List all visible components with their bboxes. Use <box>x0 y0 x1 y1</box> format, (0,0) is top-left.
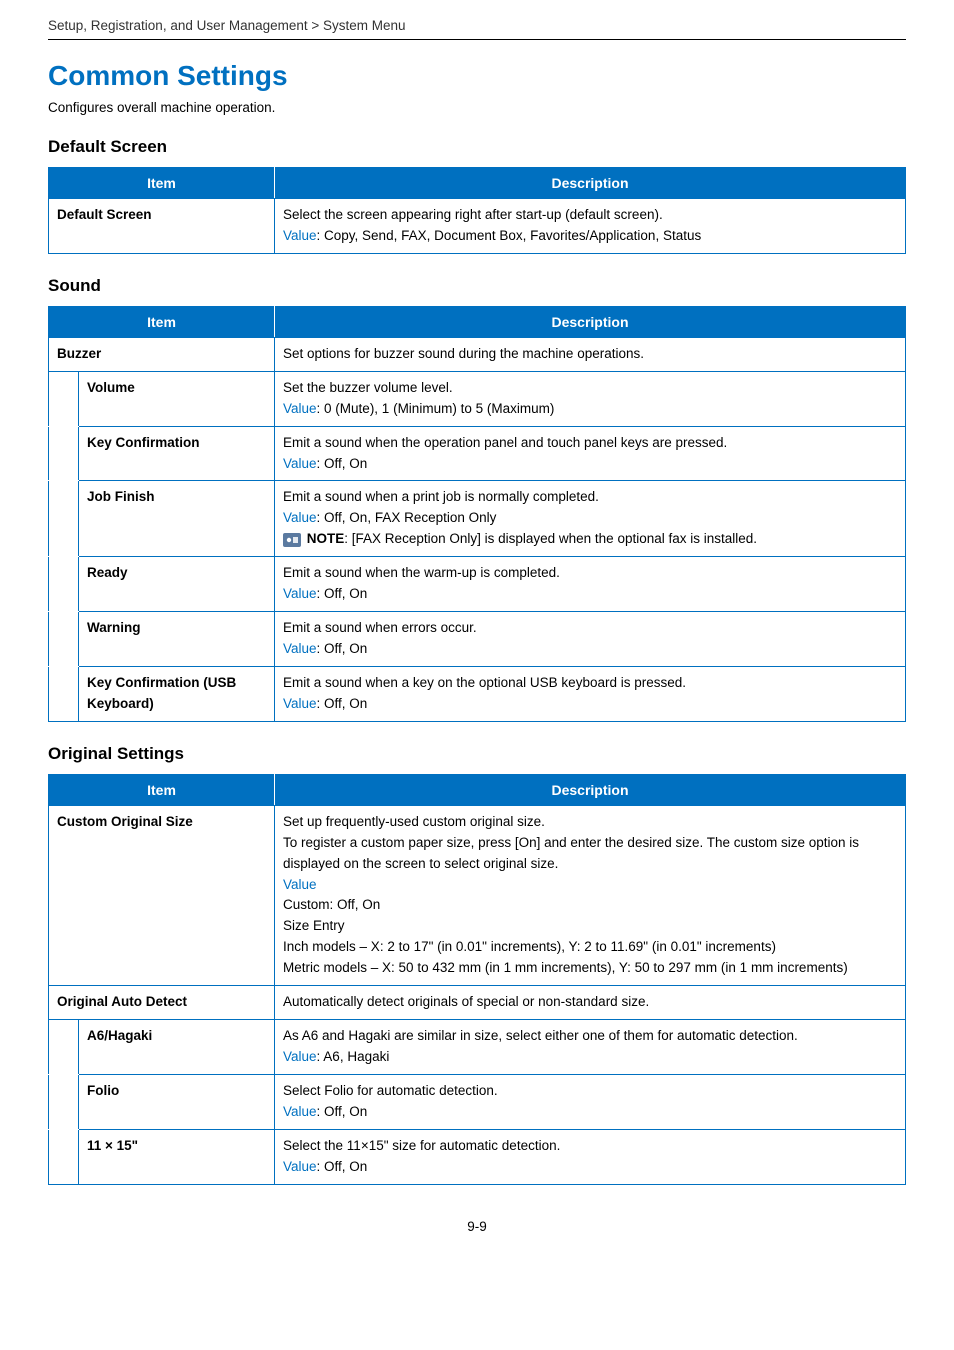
value-label: Value <box>283 1159 317 1174</box>
value-text: : Off, On <box>317 1159 368 1174</box>
value-text: : Off, On <box>317 456 368 471</box>
th-description: Description <box>275 306 906 337</box>
desc-text: Emit a sound when errors occur. <box>283 620 477 635</box>
value-label: Value <box>283 696 317 711</box>
value-label: Value <box>283 1104 317 1119</box>
row-auto-detect-desc: Automatically detect originals of specia… <box>275 986 906 1020</box>
value-label: Value <box>283 510 317 525</box>
th-item: Item <box>49 168 275 199</box>
line: Inch models – X: 2 to 17" (in 0.01" incr… <box>283 939 776 954</box>
row-label: Warning <box>79 612 275 667</box>
row-desc: Emit a sound when the operation panel an… <box>275 426 906 481</box>
row-label: A6/Hagaki <box>79 1020 275 1075</box>
indent <box>49 1020 79 1075</box>
row-label: Default Screen <box>49 199 275 254</box>
value-label: Value <box>283 401 317 416</box>
line: Set up frequently-used custom original s… <box>283 814 545 829</box>
value-text: : Off, On <box>317 586 368 601</box>
value-text: : Copy, Send, FAX, Document Box, Favorit… <box>317 228 702 243</box>
row-desc: Select the 11×15" size for automatic det… <box>275 1129 906 1184</box>
page-number: 9-9 <box>48 1219 906 1234</box>
row-custom-label: Custom Original Size <box>49 805 275 985</box>
breadcrumb: Setup, Registration, and User Management… <box>48 18 906 40</box>
row-desc: Emit a sound when a print job is normall… <box>275 481 906 557</box>
section-original-settings: Original Settings <box>48 744 906 764</box>
indent <box>49 612 79 667</box>
line: Custom: Off, On <box>283 897 380 912</box>
row-label: Ready <box>79 557 275 612</box>
value-text: : Off, On <box>317 1104 368 1119</box>
page-intro: Configures overall machine operation. <box>48 100 906 115</box>
value-text: : A6, Hagaki <box>317 1049 390 1064</box>
row-label: 11 × 15" <box>79 1129 275 1184</box>
line: Size Entry <box>283 918 345 933</box>
indent <box>49 1074 79 1129</box>
value-text: : Off, On, FAX Reception Only <box>317 510 497 525</box>
indent <box>49 426 79 481</box>
row-desc: Select Folio for automatic detection. Va… <box>275 1074 906 1129</box>
row-label: Key Confirmation <box>79 426 275 481</box>
line: Metric models – X: 50 to 432 mm (in 1 mm… <box>283 960 848 975</box>
desc-text: Emit a sound when a key on the optional … <box>283 675 686 690</box>
th-item: Item <box>49 774 275 805</box>
desc-text: Emit a sound when the operation panel an… <box>283 435 727 450</box>
row-auto-detect-label: Original Auto Detect <box>49 986 275 1020</box>
page-title: Common Settings <box>48 60 906 92</box>
row-desc: Emit a sound when a key on the optional … <box>275 666 906 721</box>
row-buzzer-desc: Set options for buzzer sound during the … <box>275 337 906 371</box>
row-buzzer-label: Buzzer <box>49 337 275 371</box>
indent <box>49 481 79 557</box>
table-default-screen: Item Description Default Screen Select t… <box>48 167 906 254</box>
desc-text: As A6 and Hagaki are similar in size, se… <box>283 1028 798 1043</box>
indent <box>49 1129 79 1184</box>
desc-text: Emit a sound when a print job is normall… <box>283 489 599 504</box>
indent <box>49 666 79 721</box>
value-label: Value <box>283 641 317 656</box>
row-custom-desc: Set up frequently-used custom original s… <box>275 805 906 985</box>
th-description: Description <box>275 168 906 199</box>
row-label: Key Confirmation (USB Keyboard) <box>79 666 275 721</box>
value-text: : Off, On <box>317 641 368 656</box>
section-default-screen: Default Screen <box>48 137 906 157</box>
desc-text: Select Folio for automatic detection. <box>283 1083 498 1098</box>
desc-text: Select the 11×15" size for automatic det… <box>283 1138 560 1153</box>
value-text: : 0 (Mute), 1 (Minimum) to 5 (Maximum) <box>317 401 555 416</box>
row-desc: Select the screen appearing right after … <box>275 199 906 254</box>
indent <box>49 371 79 426</box>
value-text: : Off, On <box>317 696 368 711</box>
row-desc: Emit a sound when errors occur. Value: O… <box>275 612 906 667</box>
desc-text: Emit a sound when the warm-up is complet… <box>283 565 560 580</box>
note-icon <box>283 533 301 547</box>
row-desc: Set the buzzer volume level. Value: 0 (M… <box>275 371 906 426</box>
table-original-settings: Item Description Custom Original Size Se… <box>48 774 906 1185</box>
th-description: Description <box>275 774 906 805</box>
indent <box>49 557 79 612</box>
line: To register a custom paper size, press [… <box>283 835 859 871</box>
note-text: : [FAX Reception Only] is displayed when… <box>344 531 757 546</box>
value-label: Value <box>283 456 317 471</box>
value-label: Value <box>283 586 317 601</box>
note-bold: NOTE <box>307 531 345 546</box>
desc-text: Set the buzzer volume level. <box>283 380 453 395</box>
row-label: Folio <box>79 1074 275 1129</box>
value-label: Value <box>283 1049 317 1064</box>
row-desc: Emit a sound when the warm-up is complet… <box>275 557 906 612</box>
table-sound: Item Description Buzzer Set options for … <box>48 306 906 722</box>
row-label: Volume <box>79 371 275 426</box>
value-label: Value <box>283 228 317 243</box>
section-sound: Sound <box>48 276 906 296</box>
th-item: Item <box>49 306 275 337</box>
desc-text: Select the screen appearing right after … <box>283 207 663 222</box>
value-label: Value <box>283 877 317 892</box>
row-desc: As A6 and Hagaki are similar in size, se… <box>275 1020 906 1075</box>
row-label: Job Finish <box>79 481 275 557</box>
